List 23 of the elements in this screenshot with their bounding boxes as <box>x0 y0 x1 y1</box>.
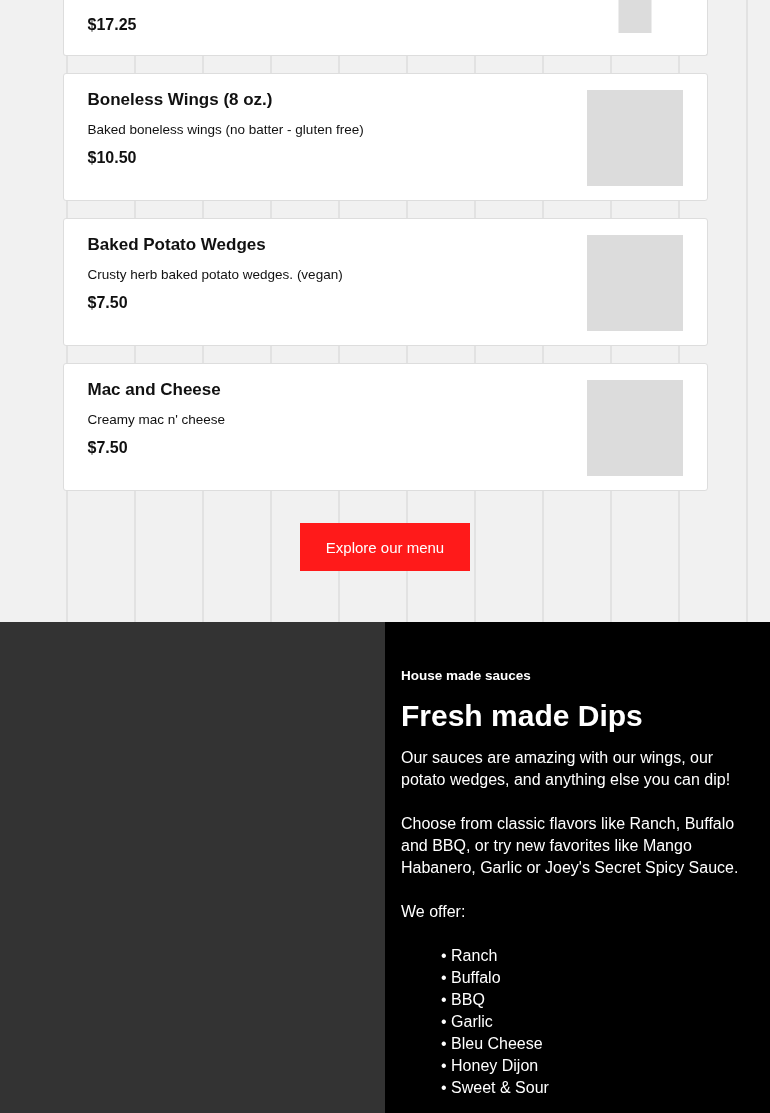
paragraph: Our sauces are amazing with our wings, our potato wedges, and anything else you can dip! <box>401 748 732 790</box>
sauce-list-item: • Garlic <box>441 1012 494 1032</box>
item-price: $17.25 <box>87 16 137 34</box>
item-price: $7.50 <box>87 439 129 457</box>
section-eyebrow: House made sauces <box>401 668 532 683</box>
sauce-list-item: • Ranch <box>441 946 499 966</box>
paragraph: Choose from classic flavors like Ranch, Buffalo and BBQ, or try new favorites like Mango Habanero, Garlic or Joey's Secret Spicy Sauce. <box>401 814 740 878</box>
paragraph: We offer: <box>401 902 467 922</box>
item-name: Mac and Cheese <box>87 380 222 400</box>
item-name: Baked Potato Wedges <box>87 235 267 255</box>
item-description: Crusty herb baked potato wedges. (vegan) <box>87 267 343 282</box>
item-name: Boneless Wings (8 oz.) <box>87 90 274 110</box>
explore-menu-button[interactable]: Explore our menu <box>300 523 470 571</box>
sauce-list-item: • Sweet & Sour <box>441 1078 550 1098</box>
sauce-list-item: • Honey Dijon <box>441 1056 540 1076</box>
item-price: $7.50 <box>87 294 129 312</box>
item-price: $10.50 <box>87 149 138 167</box>
item-description: Baked boneless wings (no batter - gluten free) <box>87 122 364 137</box>
item-description: Creamy mac n' cheese <box>87 412 226 427</box>
section-heading: Fresh made Dips <box>401 699 644 733</box>
sauce-list-item: • Bleu Cheese <box>441 1034 544 1054</box>
sauce-list-item: • BBQ <box>441 990 486 1010</box>
sauce-list-item: • Buffalo <box>441 968 502 988</box>
